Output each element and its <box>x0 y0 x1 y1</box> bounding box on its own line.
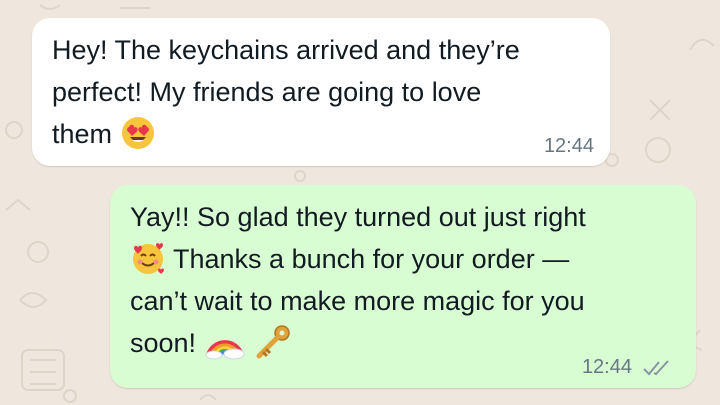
message-line-with-emoji: Thanks a bunch for your order — <box>130 238 586 280</box>
message-line-text: soon! <box>130 328 197 358</box>
message-line: can’t wait to make more magic for you <box>130 286 585 316</box>
message-line-text: them <box>52 119 113 149</box>
message-meta: 12:44 <box>582 356 672 379</box>
message-time: 12:44 <box>543 135 594 157</box>
heart-eyes-emoji-icon <box>121 116 154 149</box>
message-line-text: Thanks a bunch for your order — <box>166 244 570 274</box>
message-line: Hey! The keychains arrived and they’re <box>52 35 520 65</box>
incoming-message-text: Hey! The keychains arrived and they’re p… <box>52 29 520 155</box>
message-line-with-emoji: them <box>52 113 520 155</box>
message-line: Yay!! So glad they turned out just right <box>130 202 586 232</box>
read-receipt-double-check-icon <box>643 359 669 375</box>
rainbow-emoji-icon <box>205 340 245 360</box>
outgoing-message-bubble[interactable]: Yay!! So glad they turned out just right… <box>110 185 696 388</box>
outgoing-message-text: Yay!! So glad they turned out just right… <box>130 196 586 364</box>
message-meta: 12:44 <box>544 135 594 158</box>
chat-area[interactable]: Hey! The keychains arrived and they’re p… <box>0 0 720 405</box>
message-line: perfect! My friends are going to love <box>52 77 482 107</box>
message-line-with-emoji: soon! <box>130 322 586 364</box>
incoming-message-bubble[interactable]: Hey! The keychains arrived and they’re p… <box>32 18 610 166</box>
smiling-face-with-hearts-emoji-icon <box>133 243 164 274</box>
key-emoji-icon <box>256 325 290 359</box>
message-time: 12:44 <box>581 356 632 378</box>
